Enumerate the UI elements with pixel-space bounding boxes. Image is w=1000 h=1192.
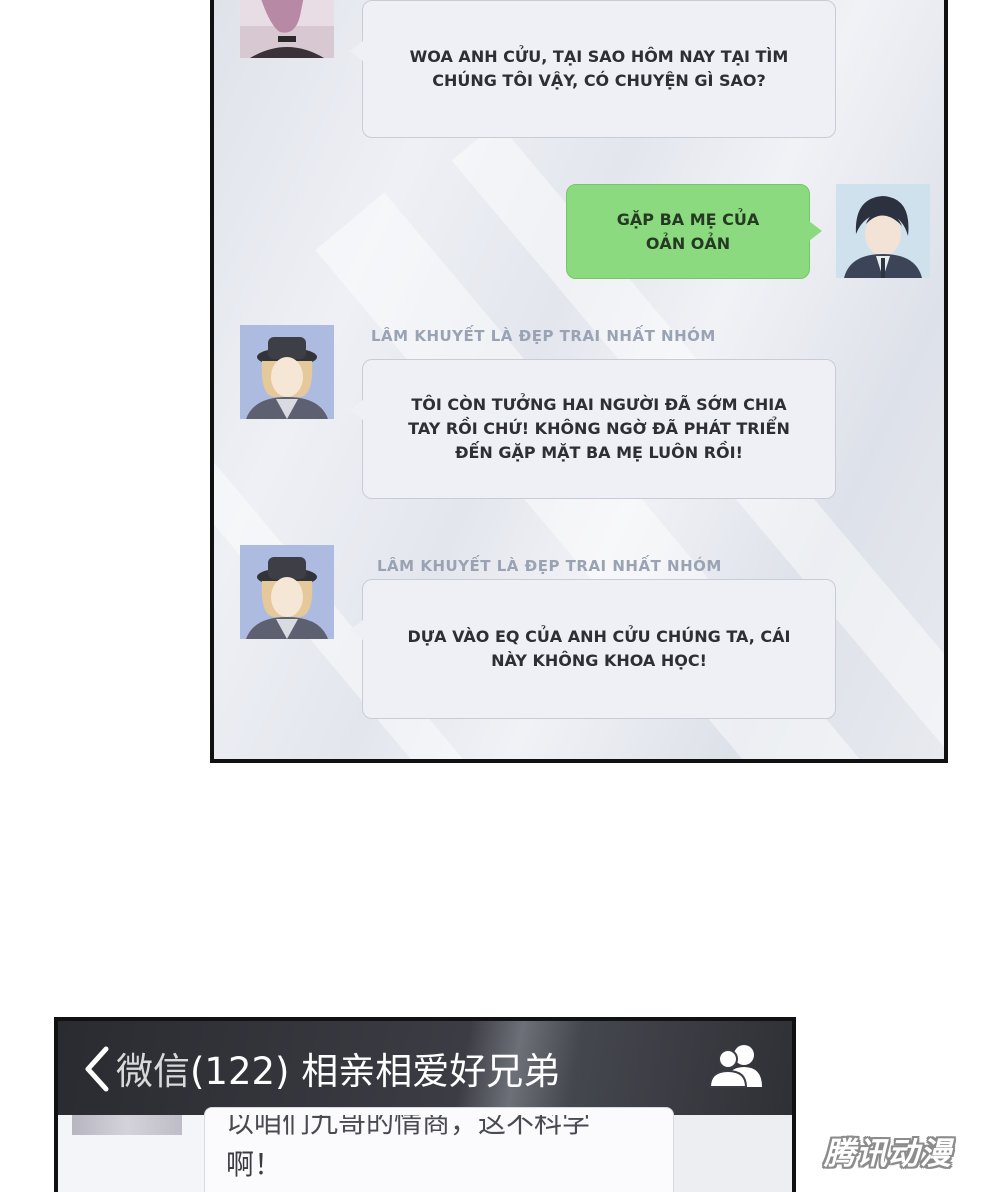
chat-side-area <box>674 1115 792 1192</box>
chat-title: 相亲相爱好兄弟 <box>301 1050 561 1093</box>
avatar-dark-hair-suit[interactable] <box>836 184 930 278</box>
sender-name: LÂM KHUYẾT LÀ ĐẸP TRAI NHẤT NHÓM <box>377 557 722 575</box>
message-bubble-incoming: DỰA VÀO EQ CỦA ANH CỬU CHÚNG TA, CÁI NÀY… <box>350 579 836 719</box>
back-label[interactable]: 微信 <box>116 1050 190 1093</box>
chevron-left-icon[interactable] <box>76 1045 116 1093</box>
message-bubble-outgoing: GẶP BA MẸ CỦA OẢN OẢN <box>566 184 822 279</box>
chat-panel-bottom: 微信(122) 相亲相爱好兄弟 以咱们九哥的情商，这不科学 啊！ <box>54 1017 796 1192</box>
message-text: GẶP BA MẸ CỦA OẢN OẢN <box>616 209 760 253</box>
message-bubble-incoming: TÔI CÒN TƯỞNG HAI NGƯỜI ĐÃ SỚM CHIA TAY … <box>350 359 836 499</box>
avatar[interactable] <box>72 1115 182 1135</box>
group-members-icon[interactable] <box>708 1041 766 1089</box>
chat-panel-top: WOA ANH CỬU, TẠI SAO HÔM NAY TẠI TÌM CHÚ… <box>210 0 948 763</box>
chat-title-bar: 微信(122) 相亲相爱好兄弟 <box>116 1041 560 1095</box>
avatar-blond-hat[interactable] <box>240 545 334 639</box>
message-text: 啊！ <box>226 1148 283 1181</box>
watermark: 腾讯动漫 <box>824 1136 952 1172</box>
bubble-tail <box>350 400 363 420</box>
message-text: WOA ANH CỬU, TẠI SAO HÔM NAY TẠI TÌM CHÚ… <box>409 47 789 90</box>
message-bubble-incoming: WOA ANH CỬU, TẠI SAO HÔM NAY TẠI TÌM CHÚ… <box>350 0 836 138</box>
bubble-tail <box>809 221 822 241</box>
avatar-purple-hair[interactable] <box>240 0 334 58</box>
bubble-tail <box>350 41 363 61</box>
message-text: DỰA VÀO EQ CỦA ANH CỬU CHÚNG TA, CÁI NÀY… <box>407 627 791 670</box>
sender-name: LÂM KHUYẾT LÀ ĐẸP TRAI NHẤT NHÓM <box>371 327 716 345</box>
message-text: TÔI CÒN TƯỞNG HAI NGƯỜI ĐÃ SỚM CHIA TAY … <box>408 395 790 462</box>
avatar-blond-hat[interactable] <box>240 325 334 419</box>
bubble-tail <box>350 620 363 640</box>
unread-count: (122) <box>190 1050 290 1093</box>
